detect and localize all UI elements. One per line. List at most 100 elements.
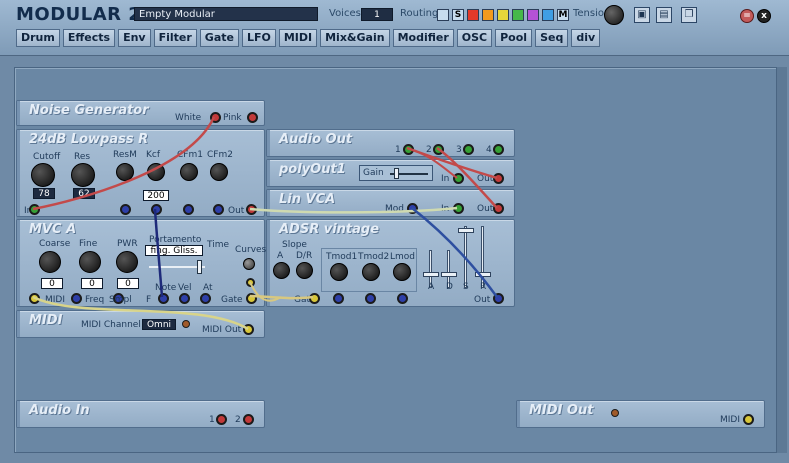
kcf-input-port[interactable]: [151, 204, 162, 215]
menu-effects[interactable]: Effects: [62, 29, 116, 47]
module-audio-out[interactable]: Audio Out 1 2 3 4: [266, 129, 515, 157]
lmod-knob[interactable]: [393, 263, 411, 281]
module-polyout1[interactable]: polyOut1 Gain In Out: [266, 159, 515, 187]
menu-midi[interactable]: MIDI: [278, 29, 318, 47]
close-button[interactable]: x: [757, 9, 771, 23]
menu-modifier[interactable]: Modifier: [392, 29, 454, 47]
pink-output-port[interactable]: [247, 112, 258, 123]
release-handle[interactable]: [475, 272, 491, 277]
coarse-knob[interactable]: [39, 251, 61, 273]
save-icon[interactable]: ▣: [634, 7, 650, 23]
fine-value[interactable]: 0: [81, 278, 103, 289]
patch-name-field[interactable]: Empty Modular: [134, 7, 318, 21]
adsr-gate-input-port[interactable]: [309, 293, 320, 304]
tension-knob[interactable]: [604, 5, 624, 25]
routing-swatch-2[interactable]: [467, 9, 479, 21]
module-noise-generator[interactable]: Noise Generator White Pink: [16, 100, 265, 126]
slope-a-knob[interactable]: [273, 262, 290, 279]
midi-out-input-port[interactable]: [743, 414, 754, 425]
cfm1-knob[interactable]: [180, 163, 198, 181]
midi-output-port[interactable]: [243, 324, 254, 335]
routing-swatch-6[interactable]: [527, 9, 539, 21]
audio-output-port[interactable]: [246, 204, 257, 215]
voices-field[interactable]: 1: [361, 8, 393, 21]
portamento-mode-select[interactable]: fing. Gliss.: [145, 245, 203, 256]
gain-slider[interactable]: Gain: [359, 165, 433, 181]
lmod-input-port[interactable]: [397, 293, 408, 304]
menu-pool[interactable]: Pool: [495, 29, 533, 47]
gain-handle[interactable]: [394, 168, 399, 179]
vel-output-port[interactable]: [200, 293, 211, 304]
routing-swatch-8[interactable]: M: [557, 9, 569, 21]
module-adsr-vintage[interactable]: ADSR vintage Slope A D/R Tmod1 Tmod2 Lmo…: [266, 219, 515, 307]
minimize-button[interactable]: =: [740, 9, 754, 23]
cutoff-value[interactable]: 78: [33, 188, 55, 199]
res-value[interactable]: 62: [73, 188, 95, 199]
vertical-scrollbar[interactable]: [777, 67, 787, 453]
cfm1-input-port[interactable]: [183, 204, 194, 215]
cfm2-knob[interactable]: [210, 163, 228, 181]
menu-drum[interactable]: Drum: [16, 29, 60, 47]
menu-gate[interactable]: Gate: [199, 29, 239, 47]
sustain-handle[interactable]: [458, 228, 474, 233]
tmod2-knob[interactable]: [362, 263, 380, 281]
routing-swatch-1[interactable]: S: [452, 9, 464, 21]
portamento-handle[interactable]: [197, 260, 202, 274]
coarse-value[interactable]: 0: [41, 278, 63, 289]
at-output-port[interactable]: [246, 278, 255, 287]
vca-input-port[interactable]: [453, 203, 464, 214]
res-knob[interactable]: [71, 163, 95, 187]
menu-env[interactable]: Env: [118, 29, 151, 47]
menu-div[interactable]: div: [571, 29, 601, 47]
vca-output-port[interactable]: [493, 203, 504, 214]
audio-in-port-2[interactable]: [243, 414, 254, 425]
tmod1-knob[interactable]: [330, 263, 348, 281]
release-slider[interactable]: [481, 226, 484, 288]
audio-input-port[interactable]: [29, 204, 40, 215]
midi-input-port[interactable]: [29, 293, 40, 304]
polyout-output-port[interactable]: [493, 173, 504, 184]
sustain-slider[interactable]: [464, 226, 467, 288]
kcf-value[interactable]: 200: [143, 190, 169, 201]
kcf-knob[interactable]: [147, 163, 165, 181]
cutoff-knob[interactable]: [31, 163, 55, 187]
vca-mod-input-port[interactable]: [407, 203, 418, 214]
polyout-input-port[interactable]: [453, 173, 464, 184]
audio-out-port-3[interactable]: [463, 144, 474, 155]
menu-filter[interactable]: Filter: [153, 29, 197, 47]
freq-input-port[interactable]: [71, 293, 82, 304]
midi-channel-select[interactable]: Omni: [142, 319, 176, 330]
adsr-output-port[interactable]: [493, 293, 504, 304]
module-audio-in[interactable]: Audio In 1 2: [16, 400, 265, 428]
menu-mix-gain[interactable]: Mix&Gain: [320, 29, 390, 47]
save-as-icon[interactable]: ▤: [656, 7, 672, 23]
module-mvca[interactable]: MVC A Coarse Fine PWR Portamento fing. G…: [16, 219, 266, 307]
audio-out-port-2[interactable]: [433, 144, 444, 155]
note-output-port[interactable]: [179, 293, 190, 304]
cfm2-input-port[interactable]: [213, 204, 224, 215]
decay-handle[interactable]: [441, 272, 457, 277]
menu-seq[interactable]: Seq: [535, 29, 569, 47]
f-input-port[interactable]: [158, 293, 169, 304]
menu-osc[interactable]: OSC: [456, 29, 493, 47]
audio-out-port-1[interactable]: [403, 144, 414, 155]
windows-icon[interactable]: ❐: [681, 7, 697, 23]
slope-dr-knob[interactable]: [296, 262, 313, 279]
curves-knob[interactable]: [243, 258, 255, 270]
fine-knob[interactable]: [79, 251, 101, 273]
pwr-value[interactable]: 0: [117, 278, 139, 289]
white-output-port[interactable]: [210, 112, 221, 123]
routing-swatch-7[interactable]: [542, 9, 554, 21]
routing-swatch-4[interactable]: [497, 9, 509, 21]
menu-lfo[interactable]: LFO: [241, 29, 276, 47]
routing-swatch-5[interactable]: [512, 9, 524, 21]
routing-swatch-3[interactable]: [482, 9, 494, 21]
resm-input-port[interactable]: [120, 204, 131, 215]
audio-in-port-1[interactable]: [216, 414, 227, 425]
resm-knob[interactable]: [116, 163, 134, 181]
module-midi-out[interactable]: MIDI Out MIDI: [516, 400, 765, 428]
audio-out-port-4[interactable]: [493, 144, 504, 155]
tmod1-input-port[interactable]: [333, 293, 344, 304]
pwr-knob[interactable]: [116, 251, 138, 273]
module-lin-vca[interactable]: Lin VCA Mod In Out: [266, 189, 515, 217]
